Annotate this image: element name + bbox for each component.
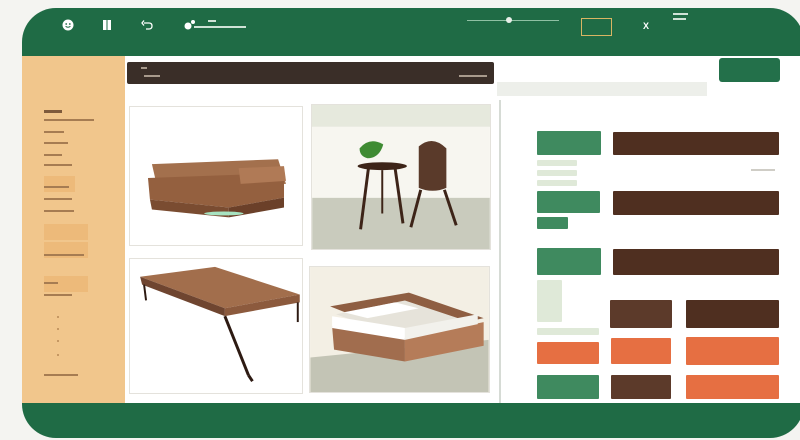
- product-card-bed[interactable]: [309, 266, 490, 393]
- book-icon[interactable]: [102, 19, 112, 33]
- product-card-sofa[interactable]: [129, 106, 303, 246]
- product-card-bench[interactable]: [129, 258, 303, 394]
- filter-strip[interactable]: [497, 82, 707, 96]
- sidebar-dot-1: [57, 316, 59, 318]
- bed-image: [310, 267, 489, 392]
- sidebar-line-11[interactable]: [44, 294, 72, 296]
- sofa-image: [147, 159, 286, 218]
- sidebar: [22, 56, 125, 403]
- green-swatch-2[interactable]: [537, 191, 600, 213]
- sidebar-line-7[interactable]: [44, 198, 72, 200]
- smiley-icon[interactable]: [62, 19, 74, 33]
- sidebar-dot-4: [57, 354, 59, 356]
- zoom-box[interactable]: [581, 18, 612, 36]
- slider-icon[interactable]: [183, 17, 201, 33]
- orange-swatch-2[interactable]: [611, 338, 671, 364]
- brown-bar-1[interactable]: [613, 132, 779, 155]
- brown-bar-5[interactable]: [686, 300, 779, 328]
- add-button[interactable]: [719, 58, 780, 82]
- close-icon[interactable]: X: [643, 20, 649, 33]
- top-toolbar: X: [22, 8, 800, 56]
- header-line: [144, 75, 160, 77]
- product-card-chair[interactable]: [311, 104, 491, 250]
- sidebar-line-10[interactable]: [44, 282, 58, 284]
- sidebar-line-4[interactable]: [44, 154, 62, 156]
- sidebar-line-3[interactable]: [44, 142, 68, 144]
- content-header: [127, 62, 494, 84]
- green-swatch-4[interactable]: [537, 248, 601, 275]
- status-line-2: [673, 18, 686, 20]
- brown-bar-2[interactable]: [613, 191, 779, 215]
- brown-bar-3[interactable]: [613, 249, 779, 275]
- panel-divider: [499, 100, 501, 403]
- orange-swatch-1[interactable]: [537, 342, 599, 364]
- header-line-top: [141, 67, 147, 69]
- zoom-slider-handle[interactable]: [506, 17, 512, 23]
- sidebar-title-bar: [44, 110, 62, 113]
- header-controls[interactable]: [459, 75, 487, 77]
- sidebar-line-8[interactable]: [44, 210, 74, 212]
- light-green-swatch-1[interactable]: [537, 160, 577, 166]
- brown-bar-4[interactable]: [610, 300, 672, 328]
- sidebar-highlight-2[interactable]: [44, 224, 88, 240]
- orange-swatch-4[interactable]: [686, 375, 779, 399]
- light-green-swatch-2[interactable]: [537, 170, 577, 176]
- sidebar-highlight-4[interactable]: [44, 276, 88, 292]
- orange-swatch-3[interactable]: [686, 337, 779, 365]
- sidebar-dot-2: [57, 328, 59, 330]
- light-green-swatch-4[interactable]: [537, 328, 599, 335]
- brown-bar-6[interactable]: [611, 375, 671, 399]
- sidebar-line-5[interactable]: [44, 164, 72, 166]
- sidebar-line-6[interactable]: [44, 186, 69, 188]
- sidebar-footer-line: [44, 374, 78, 376]
- sidebar-line-9[interactable]: [44, 254, 84, 256]
- app-window: X: [22, 8, 800, 438]
- toolbar-line-short: [208, 20, 216, 22]
- chair-image: [312, 126, 490, 249]
- green-swatch-5[interactable]: [537, 375, 599, 399]
- undo-icon[interactable]: [141, 19, 153, 33]
- zoom-slider-track[interactable]: [467, 20, 559, 21]
- toolbar-line: [194, 26, 246, 28]
- bench-image: [140, 266, 300, 382]
- sidebar-line-2[interactable]: [44, 131, 64, 133]
- green-swatch-3[interactable]: [537, 217, 568, 229]
- light-green-panel[interactable]: [537, 280, 562, 322]
- workspace: [22, 56, 800, 403]
- status-line-1: [673, 13, 688, 15]
- sidebar-dot-3: [57, 340, 59, 342]
- green-swatch-1[interactable]: [537, 131, 601, 155]
- sidebar-line-1[interactable]: [44, 119, 94, 121]
- panel-label: [751, 165, 775, 174]
- light-green-swatch-3[interactable]: [537, 180, 577, 186]
- sidebar-highlight-1[interactable]: [44, 176, 75, 192]
